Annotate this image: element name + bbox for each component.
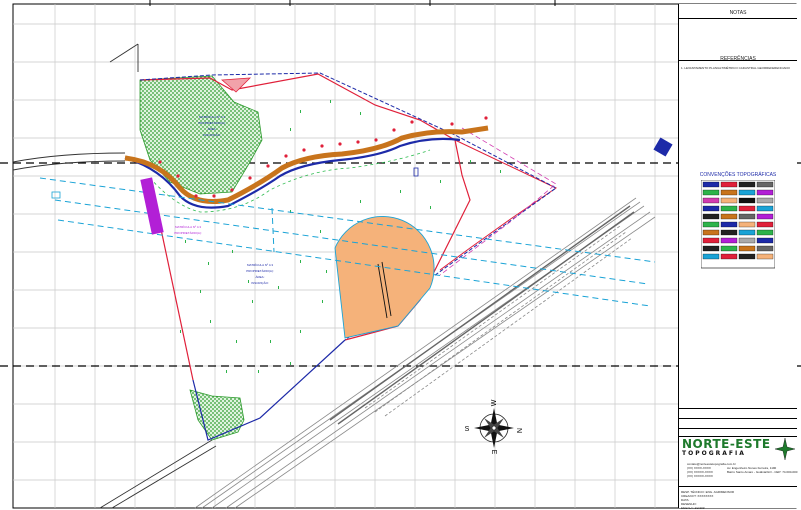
- address-line-2: Bairro Santo Amaro - Goiânia/GO - CEP: 7…: [727, 470, 798, 474]
- conventions-legend: [701, 180, 775, 269]
- logo-star-icon: [775, 438, 795, 460]
- parcel-label-center-line-2: PROPRIETÁRIO(A):: [246, 269, 274, 273]
- references-title: REFERÊNCIAS: [720, 56, 756, 62]
- panel-divider: [679, 428, 797, 429]
- panel-divider: [679, 408, 797, 409]
- company-logo: NORTE-ESTE TOPOGRAFIA: [682, 438, 778, 460]
- panel-divider: [679, 418, 797, 419]
- parcel-label-top-line-1: MATRÍCULA Nº 4.3: [199, 115, 225, 119]
- compass-west: W: [491, 399, 498, 406]
- references-text: 1. LEVANTAMENTO PLANIALTIMÉTRICO CADASTR…: [681, 66, 791, 70]
- company-name: NORTE-ESTE: [682, 437, 771, 451]
- parcel-label-top-line-4: INSCRIÇÃO:: [203, 132, 221, 137]
- parcel-label-center-line-3: ÁREA:: [255, 275, 264, 279]
- conventions-title: CONVENÇÕES TOPOGRÁFICAS: [699, 172, 777, 178]
- parcel-label-center-line-4: INSCRIÇÃO:: [251, 280, 269, 285]
- parcel-label-center-line-1: MATRÍCULA Nº 4.3: [247, 263, 273, 267]
- parcel-label-left-line-1: MATRÍCULA Nº 4.3: [175, 225, 201, 229]
- company-subtitle: TOPOGRAFIA: [682, 450, 746, 457]
- contact-line-4: (XX) XXXXX-XXXX: [687, 474, 713, 478]
- title-block-panel: NOTAS REFERÊNCIAS 1. LEVANTAMENTO PLANIA…: [678, 4, 798, 510]
- panel-divider: [679, 18, 797, 19]
- parcel-label-left-line-2: PROPRIETÁRIO(A):: [174, 231, 202, 235]
- compass-north: N: [515, 428, 522, 433]
- compass-east: E: [490, 450, 497, 455]
- parcel-label-top-line-2: PROPRIETÁRIO(A):: [198, 121, 226, 125]
- parcel-label-top-line-3: ÁREA:: [207, 127, 216, 131]
- notes-title: NOTAS: [729, 10, 747, 16]
- compass-south: S: [465, 426, 470, 433]
- footer-line-5: ESCALA: 1/2.000: [681, 506, 705, 510]
- panel-divider: [679, 486, 797, 487]
